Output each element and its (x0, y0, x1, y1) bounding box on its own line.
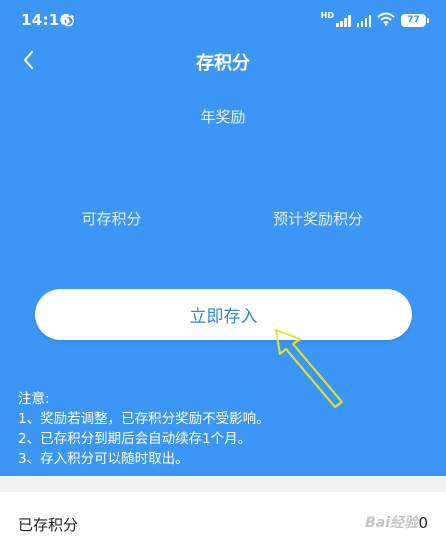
expected-reward-label: 预计奖励积分 (272, 210, 363, 228)
note-item: 2、已存积分到期后会自动续存1个月。 (18, 431, 252, 447)
signal-icon (336, 14, 351, 27)
deposited-points-row: 已存积分 Bai经验 0 (0, 492, 446, 547)
note-item: 1、奖励若调整，已存积分奖励不受影响。 (18, 411, 270, 427)
annual-reward-label: 年奖励 (200, 108, 246, 126)
page-title: 存积分 (196, 53, 250, 74)
alarm-icon (62, 12, 75, 27)
signal-icon (356, 14, 371, 27)
notes-title: 注意: (18, 391, 50, 407)
note-item: 3、存入积分可以随时取出。 (18, 451, 189, 467)
notes-section: 注意: 1、奖励若调整，已存积分奖励不受影响。 2、已存积分到期后会自动续存1个… (18, 389, 270, 469)
battery-icon: 77 (401, 14, 429, 27)
hd-badge: HD (320, 10, 334, 20)
deposited-points-label: 已存积分 (18, 516, 79, 534)
available-points-label: 可存积分 (81, 210, 142, 228)
deposited-points-value: 0 (418, 514, 428, 532)
wifi-icon (377, 11, 395, 30)
deposit-now-button[interactable]: 立即存入 (35, 289, 412, 340)
status-bar: 14:16 HD 77 (0, 0, 446, 40)
watermark-logo: Bai经验 (365, 515, 418, 531)
status-icons: HD 77 (320, 10, 429, 30)
